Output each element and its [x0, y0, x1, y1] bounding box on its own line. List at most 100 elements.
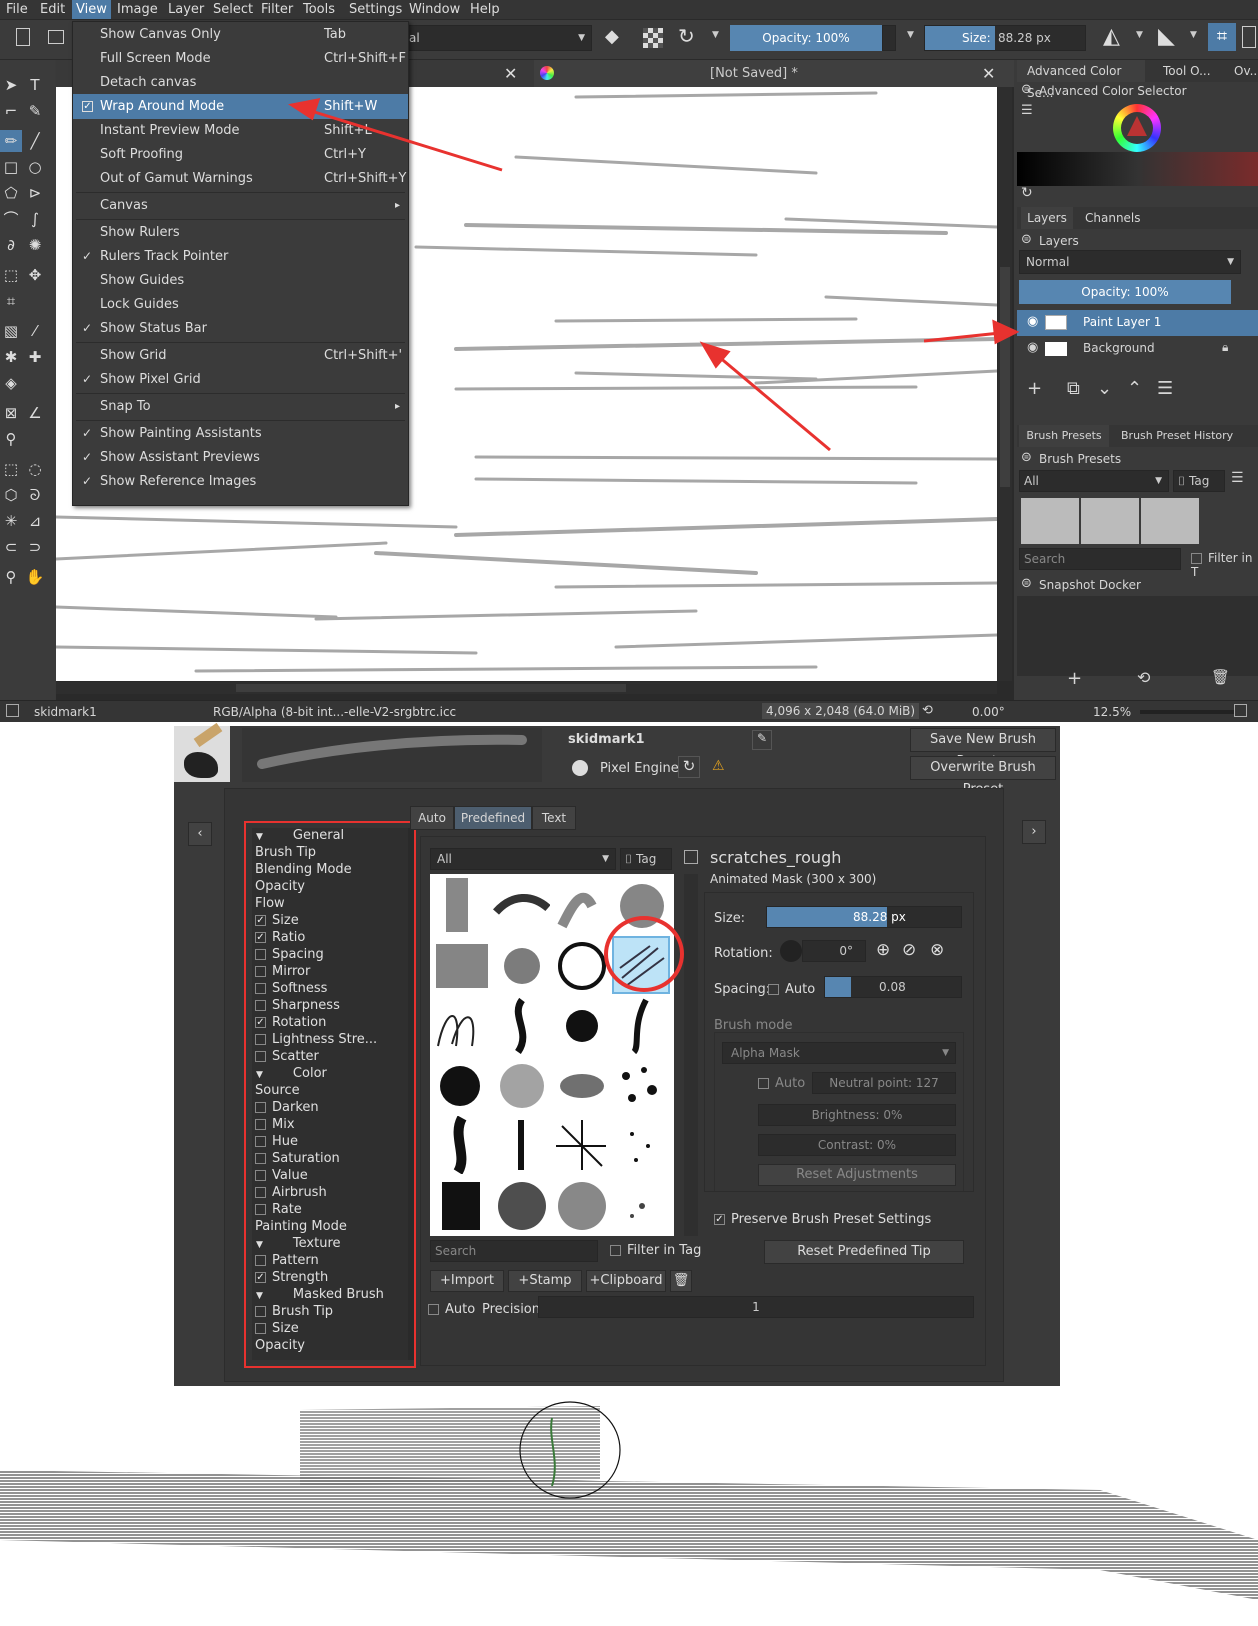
filter-in-tag-checkbox[interactable]: Filter in Tag: [610, 1243, 701, 1258]
brush-tip-thumb[interactable]: [492, 1116, 550, 1174]
option-item[interactable]: ✓ Size: [255, 913, 397, 930]
option-item[interactable]: Lightness Stre...: [255, 1032, 397, 1049]
option-item[interactable]: Spacing: [255, 947, 397, 964]
reset-adjustments-button[interactable]: Reset Adjustments: [758, 1164, 956, 1186]
option-item[interactable]: Size: [255, 1321, 397, 1338]
collapse-right-button[interactable]: ›: [1022, 820, 1046, 844]
option-item[interactable]: Brush Tip: [255, 845, 397, 862]
brush-tip-thumb[interactable]: [552, 996, 610, 1054]
stamp-button[interactable]: +Stamp: [508, 1270, 582, 1292]
options-scrollbar[interactable]: [408, 828, 414, 1360]
tab-text[interactable]: Text: [532, 806, 576, 830]
option-item[interactable]: Source: [255, 1083, 397, 1100]
brush-tip-thumb[interactable]: [492, 996, 550, 1054]
paintop-options-list[interactable]: ▼ General Brush Tip Blending Mode Opacity Flo…: [252, 828, 408, 1360]
option-item[interactable]: Scatter: [255, 1049, 397, 1066]
brush-tip-thumb[interactable]: [432, 1116, 490, 1174]
option-label: Texture: [292, 1236, 341, 1251]
brush-tip-thumb[interactable]: [432, 996, 490, 1054]
brush-tip-thumb[interactable]: [492, 1176, 550, 1234]
brush-tip-thumb[interactable]: [612, 996, 670, 1054]
auto-checkbox[interactable]: Auto: [758, 1076, 805, 1091]
tip-tag-button[interactable]: ⌷ Tag: [620, 848, 672, 870]
brush-tip-thumb[interactable]: [552, 936, 610, 994]
preset-thumbnail[interactable]: [174, 722, 230, 782]
brush-tip-thumb[interactable]: [612, 1176, 670, 1234]
brush-tip-thumb[interactable]: [612, 1116, 670, 1174]
option-section-header[interactable]: ▼ Masked Brush: [256, 1287, 398, 1304]
checkbox-icon: [255, 1051, 266, 1062]
alpha-mask-select[interactable]: Alpha Mask ▼: [722, 1042, 956, 1064]
alpha-mask-value: Alpha Mask: [731, 1046, 800, 1060]
option-item[interactable]: Brush Tip: [255, 1304, 397, 1321]
reset-predefined-tip-button[interactable]: Reset Predefined Tip: [764, 1240, 964, 1264]
spacing-auto-checkbox[interactable]: Auto: [768, 982, 815, 997]
brightness-slider[interactable]: Brightness: 0%: [758, 1104, 956, 1126]
save-new-preset-button[interactable]: Save New Brush Preset...: [910, 728, 1056, 769]
option-item[interactable]: Mix: [255, 1117, 397, 1134]
option-item[interactable]: ✓ Ratio: [255, 930, 397, 947]
brush-tip-thumb[interactable]: [492, 936, 550, 994]
option-item[interactable]: Airbrush: [255, 1185, 397, 1202]
option-item[interactable]: Sharpness: [255, 998, 397, 1015]
option-label: Saturation: [272, 1151, 340, 1166]
option-item[interactable]: Rate: [255, 1202, 397, 1219]
collapse-left-button[interactable]: ‹: [188, 822, 212, 846]
option-item[interactable]: Flow: [255, 896, 397, 913]
spacing-slider[interactable]: 0.08: [824, 976, 962, 998]
tip-grid-scrollbar[interactable]: [684, 874, 698, 1236]
brush-tip-thumb[interactable]: [492, 1056, 550, 1114]
rotate-reset-icon[interactable]: ⊗: [930, 940, 944, 960]
tip-filter-select[interactable]: All ▼: [430, 848, 616, 870]
import-button[interactable]: +Import: [430, 1270, 504, 1292]
option-item[interactable]: Pattern: [255, 1253, 397, 1270]
option-item[interactable]: ✓ Strength: [255, 1270, 397, 1287]
brush-tip-thumb[interactable]: [432, 936, 490, 994]
rotation-dial-icon[interactable]: [780, 940, 802, 962]
brush-tip-thumb[interactable]: [552, 1176, 610, 1234]
brush-tip-thumb[interactable]: [492, 876, 550, 934]
reload-icon[interactable]: ↻: [678, 756, 700, 778]
option-item[interactable]: Painting Mode: [255, 1219, 397, 1236]
neutral-point-input[interactable]: Neutral point: 127: [812, 1072, 956, 1094]
rotation-input[interactable]: 0°: [802, 940, 866, 962]
tip-size-slider[interactable]: 88.28 px: [766, 906, 962, 928]
rotate-left-icon[interactable]: ⊕: [876, 940, 890, 960]
option-label: Opacity: [255, 1338, 306, 1353]
option-item[interactable]: Mirror: [255, 964, 397, 981]
option-section-header[interactable]: ▼ Color: [256, 1066, 398, 1083]
brush-tip-thumb[interactable]: [432, 876, 490, 934]
brush-tip-thumb[interactable]: [612, 1056, 670, 1114]
option-section-header[interactable]: ▼ Texture: [256, 1236, 398, 1253]
option-item[interactable]: Softness: [255, 981, 397, 998]
preserve-settings-checkbox[interactable]: ✓ Preserve Brush Preset Settings: [714, 1212, 931, 1227]
option-item[interactable]: Value: [255, 1168, 397, 1185]
option-item[interactable]: Saturation: [255, 1151, 397, 1168]
overwrite-preset-button[interactable]: Overwrite Brush Preset: [910, 756, 1056, 797]
brush-tip-thumb[interactable]: [432, 1056, 490, 1114]
option-item[interactable]: Opacity: [255, 879, 397, 896]
clipboard-button[interactable]: +Clipboard: [586, 1270, 666, 1292]
tip-search-input[interactable]: Search: [430, 1240, 598, 1262]
option-item[interactable]: Hue: [255, 1134, 397, 1151]
contrast-slider[interactable]: Contrast: 0%: [758, 1134, 956, 1156]
view-mode-icon[interactable]: [684, 850, 698, 864]
brush-tip-thumb[interactable]: [552, 1116, 610, 1174]
tab-predefined[interactable]: Predefined: [454, 806, 532, 830]
option-item[interactable]: Darken: [255, 1100, 397, 1117]
option-item[interactable]: Blending Mode: [255, 862, 397, 879]
option-section-header[interactable]: ▼ General: [256, 828, 398, 845]
rotate-right-icon[interactable]: ⊘: [902, 940, 916, 960]
precision-slider[interactable]: 1: [538, 1296, 974, 1318]
trash-icon[interactable]: 🗑︎: [670, 1270, 692, 1292]
brush-tip-thumb[interactable]: [552, 876, 610, 934]
engine-label: Pixel Engine: [600, 761, 679, 776]
precision-auto-checkbox[interactable]: Auto: [428, 1302, 475, 1317]
edit-name-icon[interactable]: ✎: [752, 730, 772, 750]
brush-tip-thumb[interactable]: [552, 1056, 610, 1114]
option-item[interactable]: Opacity: [255, 1338, 397, 1355]
brush-tip-thumb[interactable]: [432, 1176, 490, 1234]
tab-auto[interactable]: Auto: [410, 806, 454, 830]
option-label: Size: [272, 913, 299, 928]
option-item[interactable]: ✓ Rotation: [255, 1015, 397, 1032]
